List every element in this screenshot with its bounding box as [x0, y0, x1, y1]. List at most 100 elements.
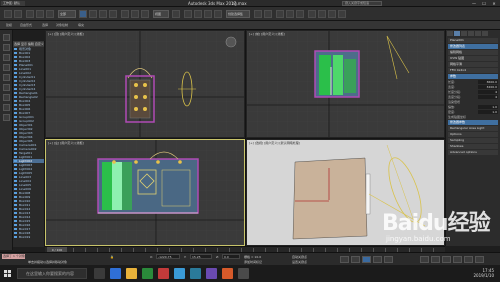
parameter-field[interactable]: 宽度分段: 4: [448, 95, 498, 99]
modify-tab-icon[interactable]: [454, 31, 460, 36]
bind-space-warp-icon[interactable]: [46, 10, 54, 18]
object-name-field[interactable]: Plane001: [448, 38, 498, 43]
workspace-selector[interactable]: 工作区: 默认: [1, 1, 25, 6]
rollout-section[interactable]: Rectangular Area Light: [448, 126, 498, 131]
density-field[interactable]: 密度: 1.0: [448, 110, 498, 114]
windows-start-icon[interactable]: [4, 270, 11, 277]
ribbon-tab-selection[interactable]: 选择: [42, 23, 48, 27]
rotate-icon[interactable]: [131, 10, 139, 18]
material-editor-icon[interactable]: [308, 10, 316, 18]
rendered-frame-window-icon[interactable]: [328, 10, 336, 18]
create-tab-icon[interactable]: [447, 31, 453, 36]
modifier-button-meshsmooth[interactable]: 网格平滑: [448, 62, 498, 67]
task-view-icon[interactable]: [94, 268, 105, 279]
mirror-icon[interactable]: [254, 10, 262, 18]
maximize-button[interactable]: ☐: [480, 1, 488, 6]
parameter-field[interactable]: 宽度: 3200.0: [448, 85, 498, 89]
go-to-start-icon[interactable]: [340, 256, 349, 263]
modifier-button-uvw-map[interactable]: UVW 贴图: [448, 56, 498, 61]
cameras-filter-icon[interactable]: [3, 94, 10, 101]
app-blue-icon[interactable]: [174, 268, 185, 279]
modifier-button-edit-mesh[interactable]: 编辑网格: [448, 50, 498, 55]
maxscript-listener[interactable]: 选择了 1 个对象: [2, 254, 25, 259]
ribbon-tab-modeling[interactable]: 建模: [6, 23, 12, 27]
viewport-left[interactable]: [+] [左] [用户定义] [线框]: [45, 139, 245, 246]
select-by-name-icon[interactable]: [89, 10, 97, 18]
zoom-icon[interactable]: [420, 256, 429, 263]
next-frame-icon[interactable]: [373, 256, 382, 263]
utilities-tab-icon[interactable]: [482, 31, 488, 36]
edge-browser-icon[interactable]: [110, 268, 121, 279]
app-red-icon[interactable]: [158, 268, 169, 279]
scene-explorer-row[interactable]: Box019: [13, 235, 44, 239]
maximize-viewport-icon[interactable]: [475, 256, 484, 263]
render-setup-icon[interactable]: [318, 10, 326, 18]
viewport-top-label[interactable]: [+] [顶] [用户定义] [线框]: [48, 32, 84, 36]
selection-filter-dropdown[interactable]: 全部: [58, 10, 76, 18]
viewport-front-label[interactable]: [+] [前] [用户定义] [线框]: [249, 32, 285, 36]
auto-key-button[interactable]: 自动关键点: [292, 255, 307, 259]
percent-snap-icon[interactable]: [204, 10, 212, 18]
minimize-button[interactable]: —: [470, 1, 478, 6]
scale-icon[interactable]: [141, 10, 149, 18]
parameters-rollout[interactable]: 参数: [448, 74, 498, 79]
app-orange-icon[interactable]: [222, 268, 233, 279]
app-grey-icon[interactable]: [238, 268, 249, 279]
angle-snap-icon[interactable]: [194, 10, 202, 18]
x-coordinate-field[interactable]: -1220.75: [156, 254, 180, 259]
scale-field[interactable]: 缩放: 1.0: [448, 105, 498, 109]
wechat-icon[interactable]: [142, 268, 153, 279]
taskbar-search-input[interactable]: 在这里输入你要搜索的内容: [17, 268, 87, 279]
curve-editor-icon[interactable]: [286, 10, 294, 18]
display-tab-icon[interactable]: [475, 31, 481, 36]
go-to-end-icon[interactable]: [384, 256, 393, 263]
zoom-all-icon[interactable]: [431, 256, 440, 263]
set-key-button[interactable]: 设置关键点: [292, 260, 307, 264]
window-crossing-icon[interactable]: [109, 10, 117, 18]
spacewarps-filter-icon[interactable]: [3, 114, 10, 121]
align-icon[interactable]: [264, 10, 272, 18]
help-search-input[interactable]: 键入关键字或短语: [342, 1, 382, 6]
layer-explorer-icon[interactable]: [276, 10, 284, 18]
3dsmax-taskbar-icon[interactable]: [190, 268, 201, 279]
rollout-section[interactable]: Advanced options: [448, 150, 498, 155]
unlink-icon[interactable]: [36, 10, 44, 18]
lights-filter-icon[interactable]: [3, 84, 10, 91]
selection-lock-icon[interactable]: 🔒: [110, 255, 114, 259]
rollout-section[interactable]: Sampling: [448, 138, 498, 143]
viewport-perspective-label[interactable]: [+] [透视] [用户定义] [默认明暗处理]: [249, 141, 300, 145]
explorer-select-icon[interactable]: [3, 34, 10, 41]
close-button[interactable]: ✕: [490, 1, 498, 6]
motion-tab-icon[interactable]: [468, 31, 474, 36]
reference-coordinate-dropdown[interactable]: 视图: [153, 10, 169, 18]
app-purple-icon[interactable]: [206, 268, 217, 279]
y-coordinate-field[interactable]: 15.25: [190, 254, 212, 259]
shapes-filter-icon[interactable]: [3, 74, 10, 81]
field-of-view-icon[interactable]: [464, 256, 473, 263]
parameter-field[interactable]: 长度分段: 4: [448, 90, 498, 94]
add-time-tag-button[interactable]: 添加时间标记: [244, 260, 262, 264]
taskbar-clock[interactable]: 17:45 2019/1/10: [473, 268, 494, 278]
explorer-find-icon[interactable]: [3, 54, 10, 61]
ribbon-tab-freeform[interactable]: 自由形式: [20, 23, 32, 27]
spinner-snap-icon[interactable]: [214, 10, 222, 18]
modifier-button-ffd[interactable]: FFD 4x4x4: [448, 68, 498, 73]
pan-icon[interactable]: [442, 256, 451, 263]
explorer-filter-icon[interactable]: [3, 44, 10, 51]
rollout-section[interactable]: 修改器参数: [448, 120, 498, 125]
play-icon[interactable]: [362, 256, 371, 263]
render-production-icon[interactable]: [338, 10, 346, 18]
schematic-view-icon[interactable]: [296, 10, 304, 18]
previous-frame-icon[interactable]: [351, 256, 360, 263]
orbit-icon[interactable]: [453, 256, 462, 263]
hierarchy-tab-icon[interactable]: [461, 31, 467, 36]
rollout-section[interactable]: Shadows: [448, 144, 498, 149]
viewport-front[interactable]: [+] [前] [用户定义] [线框]: [246, 30, 445, 138]
select-object-icon[interactable]: [79, 10, 87, 18]
parameter-field[interactable]: 长度: 3600.0: [448, 80, 498, 84]
link-icon[interactable]: [26, 10, 34, 18]
viewport-top[interactable]: [+] [顶] [用户定义] [线框]: [45, 30, 245, 138]
rectangular-selection-icon[interactable]: [99, 10, 107, 18]
snaps-toggle-icon[interactable]: [184, 10, 192, 18]
move-icon[interactable]: [121, 10, 129, 18]
